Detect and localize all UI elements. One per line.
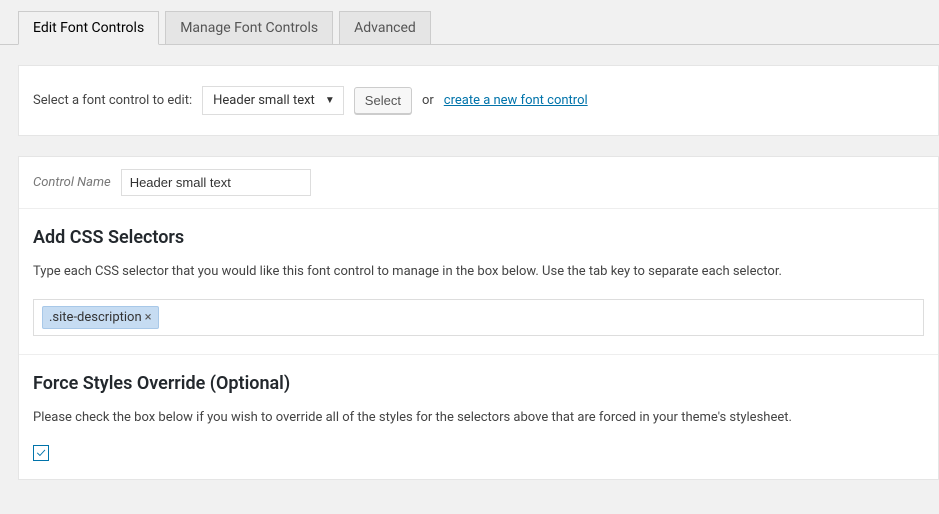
css-selector-tag: .site-description × [42, 306, 159, 329]
force-override-title: Force Styles Override (Optional) [33, 373, 924, 394]
or-text: or [422, 93, 434, 108]
css-selectors-description: Type each CSS selector that you would li… [33, 264, 924, 279]
chevron-down-icon: ▼ [325, 95, 335, 106]
force-override-checkbox[interactable]: ✓ [33, 445, 49, 461]
select-control-label: Select a font control to edit: [33, 93, 192, 108]
divider [19, 354, 938, 355]
control-name-label: Control Name [33, 175, 111, 190]
tab-advanced[interactable]: Advanced [339, 11, 431, 45]
control-name-row: Control Name [19, 157, 938, 209]
edit-section: Control Name Add CSS Selectors Type each… [18, 156, 939, 480]
tab-edit-font-controls[interactable]: Edit Font Controls [18, 11, 159, 45]
css-selectors-body: Add CSS Selectors Type each CSS selector… [19, 209, 938, 479]
control-name-input[interactable] [121, 169, 311, 196]
font-control-select-value: Header small text [213, 93, 315, 108]
select-control-panel: Select a font control to edit: Header sm… [18, 65, 939, 136]
force-override-description: Please check the box below if you wish t… [33, 410, 924, 425]
css-selectors-input[interactable]: .site-description × [33, 299, 924, 336]
tab-manage-font-controls[interactable]: Manage Font Controls [165, 11, 333, 45]
close-icon[interactable]: × [145, 310, 152, 325]
font-control-select[interactable]: Header small text ▼ [202, 86, 344, 115]
css-selectors-title: Add CSS Selectors [33, 227, 924, 248]
select-button[interactable]: Select [354, 87, 412, 114]
tabs: Edit Font Controls Manage Font Controls … [0, 0, 939, 45]
checkmark-icon: ✓ [36, 447, 45, 460]
css-selector-tag-label: .site-description [49, 310, 142, 325]
create-new-font-control-link[interactable]: create a new font control [444, 93, 588, 108]
